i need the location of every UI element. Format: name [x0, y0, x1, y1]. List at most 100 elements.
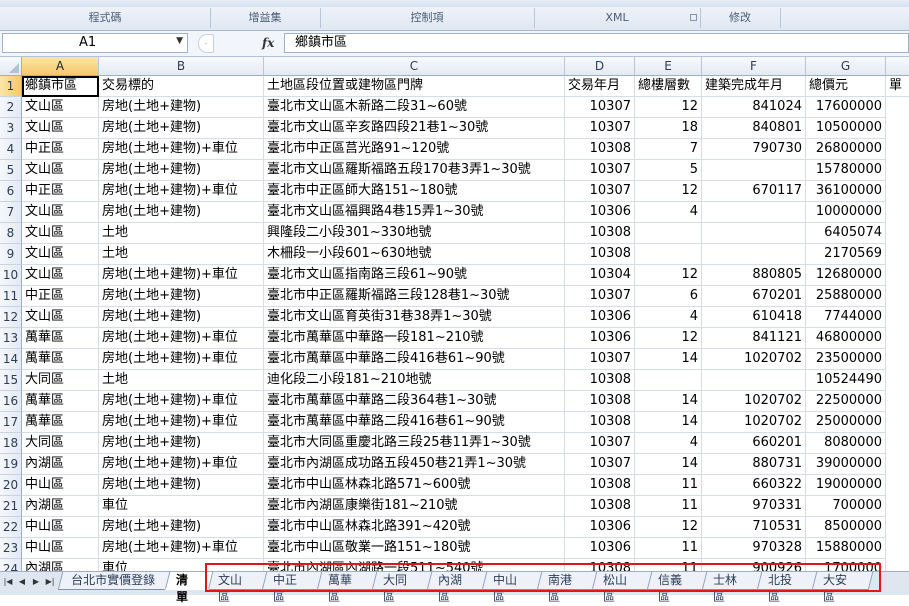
row-header[interactable]: 11: [0, 286, 22, 307]
data-cell[interactable]: 文山區: [22, 97, 99, 118]
data-cell[interactable]: 房地(土地+建物): [99, 517, 264, 538]
data-cell[interactable]: 臺北市文山區指南路三段61~90號: [264, 265, 565, 286]
data-cell[interactable]: 房地(土地+建物)+車位: [99, 139, 264, 160]
data-cell[interactable]: 文山區: [22, 307, 99, 328]
row-header[interactable]: 24: [0, 559, 22, 571]
data-cell[interactable]: 10306: [565, 538, 635, 559]
sheet-tab[interactable]: 信義區: [646, 572, 709, 604]
name-box[interactable]: A1 ▼: [2, 33, 188, 53]
data-cell[interactable]: 10307: [565, 160, 635, 181]
data-cell[interactable]: 臺北市萬華區中華路二段416巷61~90號: [264, 349, 565, 370]
data-cell[interactable]: 660322: [702, 475, 806, 496]
column-header-b[interactable]: B: [99, 57, 264, 76]
data-cell[interactable]: 10307: [565, 454, 635, 475]
data-cell[interactable]: 萬華區: [22, 328, 99, 349]
formula-expand-handle[interactable]: -: [198, 34, 214, 53]
data-cell[interactable]: 10308: [565, 139, 635, 160]
sheet-tab[interactable]: 中山區: [481, 572, 544, 604]
data-cell[interactable]: 內湖區: [22, 454, 99, 475]
data-cell[interactable]: 臺北市內湖區內湖路一段511~540號: [264, 559, 565, 571]
data-cell[interactable]: 4: [635, 202, 702, 223]
data-cell[interactable]: 710531: [702, 517, 806, 538]
data-cell[interactable]: 臺北市中正區師大路151~180號: [264, 181, 565, 202]
data-cell[interactable]: 10306: [565, 328, 635, 349]
data-cell[interactable]: 10308: [565, 496, 635, 517]
data-cell[interactable]: 臺北市中山區敬業一路151~180號: [264, 538, 565, 559]
data-cell[interactable]: 車位: [99, 559, 264, 571]
data-cell[interactable]: 46800000: [806, 328, 886, 349]
data-cell[interactable]: 4: [635, 307, 702, 328]
sheet-tab[interactable]: 台北市實價登錄: [57, 572, 172, 590]
sheet-tab[interactable]: 南港區: [536, 572, 599, 604]
data-cell[interactable]: 880731: [702, 454, 806, 475]
data-cell[interactable]: 房地(土地+建物)+車位: [99, 265, 264, 286]
data-cell[interactable]: 內湖區: [22, 559, 99, 571]
data-cell[interactable]: 臺北市內湖區成功路五段450巷21弄1~30號: [264, 454, 565, 475]
header-cell[interactable]: 交易年月: [565, 76, 635, 97]
data-cell[interactable]: 萬華區: [22, 349, 99, 370]
data-cell[interactable]: 1020702: [702, 349, 806, 370]
header-cell[interactable]: 總價元: [806, 76, 886, 97]
data-cell[interactable]: [702, 370, 806, 391]
data-cell[interactable]: 房地(土地+建物): [99, 202, 264, 223]
data-cell[interactable]: 12: [635, 97, 702, 118]
next-sheet-icon[interactable]: ▶: [30, 575, 42, 589]
data-cell[interactable]: 臺北市內湖區康樂街181~210號: [264, 496, 565, 517]
data-cell[interactable]: [702, 223, 806, 244]
data-cell[interactable]: 610418: [702, 307, 806, 328]
row-header[interactable]: 1: [0, 76, 22, 97]
data-cell[interactable]: 10308: [565, 370, 635, 391]
data-cell[interactable]: 11: [635, 475, 702, 496]
sheet-tab[interactable]: 內湖區: [426, 572, 489, 604]
data-cell[interactable]: 中正區: [22, 139, 99, 160]
row-header[interactable]: 12: [0, 307, 22, 328]
data-cell[interactable]: 房地(土地+建物): [99, 433, 264, 454]
data-cell[interactable]: 土地: [99, 223, 264, 244]
data-cell[interactable]: 房地(土地+建物): [99, 118, 264, 139]
data-cell[interactable]: 10306: [565, 202, 635, 223]
data-cell[interactable]: 房地(土地+建物): [99, 97, 264, 118]
row-header[interactable]: 23: [0, 538, 22, 559]
data-cell[interactable]: 6: [635, 286, 702, 307]
data-cell[interactable]: 萬華區: [22, 391, 99, 412]
data-cell[interactable]: 臺北市中正區莒光路91~120號: [264, 139, 565, 160]
column-header-d[interactable]: D: [565, 57, 635, 76]
row-header[interactable]: 19: [0, 454, 22, 475]
column-header-a[interactable]: A: [22, 57, 99, 76]
data-cell[interactable]: 18: [635, 118, 702, 139]
data-cell[interactable]: 文山區: [22, 160, 99, 181]
data-cell[interactable]: 900926: [702, 559, 806, 571]
data-cell[interactable]: 迪化段二小段181~210地號: [264, 370, 565, 391]
row-header[interactable]: 4: [0, 139, 22, 160]
sheet-tab[interactable]: 萬華區: [316, 572, 379, 604]
row-header[interactable]: 15: [0, 370, 22, 391]
data-cell[interactable]: 10308: [565, 391, 635, 412]
data-cell[interactable]: 10304: [565, 265, 635, 286]
data-cell[interactable]: [702, 244, 806, 265]
data-cell[interactable]: 10306: [565, 517, 635, 538]
data-cell[interactable]: 臺北市文山區木新路二段31~60號: [264, 97, 565, 118]
first-sheet-icon[interactable]: |◀: [2, 575, 14, 589]
data-cell[interactable]: 19000000: [806, 475, 886, 496]
data-cell[interactable]: 臺北市萬華區中華路一段181~210號: [264, 328, 565, 349]
data-cell[interactable]: 臺北市文山區育英街31巷38弄1~30號: [264, 307, 565, 328]
data-cell[interactable]: 14: [635, 454, 702, 475]
data-cell[interactable]: 10500000: [806, 118, 886, 139]
row-header[interactable]: 5: [0, 160, 22, 181]
data-cell[interactable]: 1020702: [702, 391, 806, 412]
row-header[interactable]: 9: [0, 244, 22, 265]
sheet-tab[interactable]: 清單: [164, 572, 214, 604]
data-cell[interactable]: 970328: [702, 538, 806, 559]
data-cell[interactable]: 660201: [702, 433, 806, 454]
data-cell[interactable]: 880805: [702, 265, 806, 286]
data-cell[interactable]: 文山區: [22, 118, 99, 139]
data-cell[interactable]: 10308: [565, 223, 635, 244]
data-cell[interactable]: 臺北市文山區羅斯福路五段170巷3弄1~30號: [264, 160, 565, 181]
data-cell[interactable]: 臺北市大同區重慶北路三段25巷11弄1~30號: [264, 433, 565, 454]
data-cell[interactable]: 36100000: [806, 181, 886, 202]
data-cell[interactable]: [635, 244, 702, 265]
data-cell[interactable]: 10307: [565, 349, 635, 370]
data-cell[interactable]: 文山區: [22, 202, 99, 223]
data-cell[interactable]: 8500000: [806, 517, 886, 538]
data-cell[interactable]: [635, 223, 702, 244]
